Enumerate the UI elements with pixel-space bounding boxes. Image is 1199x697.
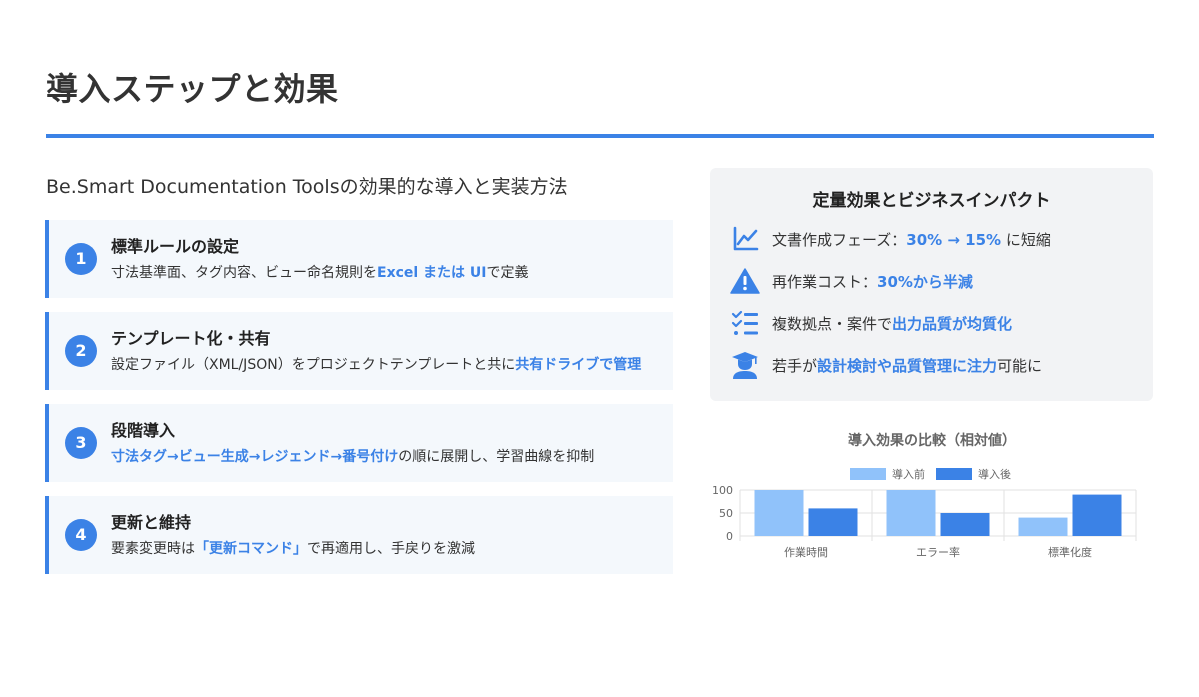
legend-label: 導入後 [978, 467, 1011, 481]
step-title: 標準ルールの設定 [111, 237, 240, 256]
impact-title: 定量効果とビジネスインパクト [812, 191, 1051, 211]
step-desc-highlight: 共有ドライブで管理 [515, 357, 642, 373]
step-desc-highlight: Excel または UI [377, 265, 487, 281]
checklist-icon [731, 310, 758, 335]
bar [940, 513, 990, 536]
step-number-badge: 4 [65, 519, 97, 551]
graduate-icon [732, 352, 758, 379]
comparison-bar-chart: 導入効果の比較（相対値） 導入前 導入後 0 50 100 作業時間 エラー率 標準化度 [712, 432, 1137, 559]
step-desc-highlight: 「更新コマンド」 [195, 541, 307, 557]
impact-text: 複数拠点・案件で出力品質が均質化 [772, 313, 1012, 334]
step-description: 寸法基準面、タグ内容、ビュー命名規則をExcel または UIで定義 [111, 261, 657, 285]
legend-swatch [936, 468, 972, 480]
step-title: 更新と維持 [111, 513, 192, 532]
impact-text-label: 若手が [772, 356, 818, 375]
step-number-badge: 3 [65, 427, 97, 459]
step-desc-highlight: 寸法タグ→ビュー生成→レジェンド→番号付け [111, 449, 399, 465]
impact-text-highlight: 設計検討や品質管理に注力 [817, 356, 998, 375]
impact-panel: 定量効果とビジネスインパクト 文書作成フェーズ：30% → 15% に短縮 再作… [710, 168, 1153, 401]
step-desc-text: 寸法基準面、タグ内容、ビュー命名規則を [111, 265, 377, 281]
impact-item: 若手が設計検討や品質管理に注力可能に [730, 351, 1133, 379]
step-title: テンプレート化・共有 [111, 329, 271, 348]
step-desc-text: 要素変更時は [111, 541, 195, 557]
line-chart-icon [733, 226, 759, 251]
step-card-4: 4 更新と維持 要素変更時は「更新コマンド」で再適用し、手戻りを激減 [45, 496, 673, 574]
x-tick-label: 標準化度 [1048, 545, 1092, 559]
page-subtitle: Be.Smart Documentation Toolsの効果的な導入と実装方法 [46, 176, 568, 198]
impact-text-highlight: 30% → 15% [906, 230, 1002, 249]
y-tick-label: 100 [712, 484, 733, 497]
y-tick-label: 0 [726, 530, 733, 543]
impact-text-suffix: に短縮 [1001, 230, 1051, 249]
y-tick-label: 50 [719, 507, 733, 520]
bar [886, 490, 936, 536]
step-card-3: 3 段階導入 寸法タグ→ビュー生成→レジェンド→番号付けの順に展開し、学習曲線を… [45, 404, 673, 482]
step-desc-text-end: の順に展開し、学習曲線を抑制 [398, 449, 595, 465]
title-divider [46, 134, 1154, 138]
step-number-badge: 1 [65, 243, 97, 275]
step-description: 設定ファイル（XML/JSON）をプロジェクトテンプレートと共に共有ドライブで管… [111, 353, 657, 377]
bar [1072, 494, 1122, 536]
step-card-2: 2 テンプレート化・共有 設定ファイル（XML/JSON）をプロジェクトテンプレ… [45, 312, 673, 390]
impact-text: 再作業コスト：30%から半減 [772, 271, 973, 292]
step-title: 段階導入 [111, 421, 176, 440]
legend-swatch [850, 468, 886, 480]
impact-text-highlight: 出力品質が均質化 [892, 314, 1013, 333]
impact-text-label: 再作業コスト： [772, 272, 878, 291]
warning-icon [730, 268, 760, 294]
chart-title: 導入効果の比較（相対値） [848, 432, 1016, 449]
step-number-badge: 2 [65, 335, 97, 367]
bar [1018, 517, 1068, 536]
step-desc-text-end: で定義 [486, 265, 529, 281]
bar [754, 490, 804, 536]
impact-text: 文書作成フェーズ：30% → 15% に短縮 [772, 229, 1051, 250]
page-title: 導入ステップと効果 [46, 70, 339, 108]
steps-list: 1 標準ルールの設定 寸法基準面、タグ内容、ビュー命名規則をExcel または … [45, 220, 673, 574]
step-card-1: 1 標準ルールの設定 寸法基準面、タグ内容、ビュー命名規則をExcel または … [45, 220, 673, 298]
step-description: 寸法タグ→ビュー生成→レジェンド→番号付けの順に展開し、学習曲線を抑制 [111, 445, 657, 469]
step-description: 要素変更時は「更新コマンド」で再適用し、手戻りを激減 [111, 537, 657, 561]
x-tick-label: エラー率 [916, 545, 960, 559]
impact-item: 複数拠点・案件で出力品質が均質化 [730, 309, 1133, 337]
impact-text-highlight: 30%から半減 [877, 272, 973, 291]
bar [808, 508, 858, 536]
impact-item: 文書作成フェーズ：30% → 15% に短縮 [730, 225, 1133, 253]
impact-item: 再作業コスト：30%から半減 [730, 267, 1133, 295]
step-desc-text: 設定ファイル（XML/JSON）をプロジェクトテンプレートと共に [111, 357, 516, 373]
impact-text-label: 複数拠点・案件で [772, 314, 893, 333]
impact-text-label: 文書作成フェーズ： [772, 230, 907, 249]
x-tick-label: 作業時間 [784, 546, 828, 559]
legend-label: 導入前 [892, 467, 925, 481]
step-desc-text-end: で再適用し、手戻りを激減 [307, 541, 475, 557]
impact-text: 若手が設計検討や品質管理に注力可能に [772, 355, 1042, 376]
impact-text-suffix: 可能に [997, 356, 1043, 375]
